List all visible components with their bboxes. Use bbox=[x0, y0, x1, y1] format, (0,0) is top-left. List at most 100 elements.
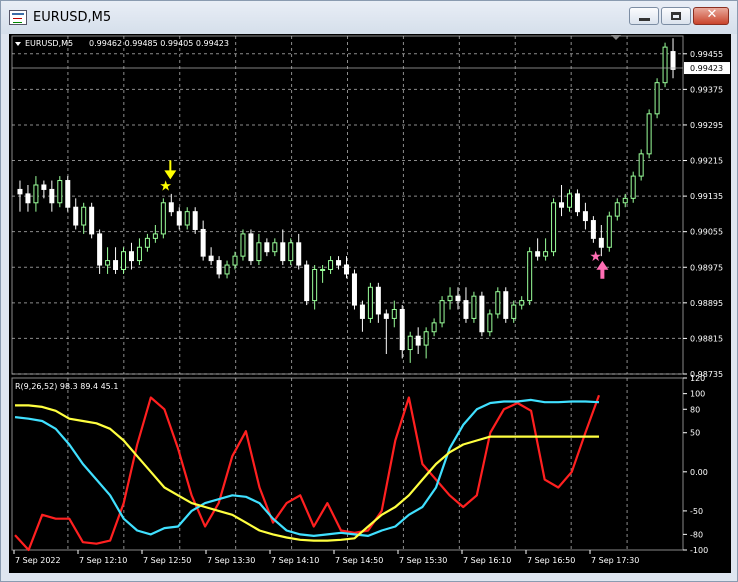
candle-body bbox=[479, 295, 485, 333]
price-tick-label: 0.99215 bbox=[690, 157, 723, 166]
time-tick-label: 7 Sep 12:50 bbox=[143, 556, 191, 565]
symbol-collapse-icon bbox=[15, 42, 21, 46]
price-tick-label: 0.98895 bbox=[690, 299, 723, 308]
symbol-label: EURUSD,M5 bbox=[25, 39, 73, 48]
candle-body bbox=[535, 251, 541, 257]
candle-body bbox=[503, 291, 509, 319]
time-tick-label: 7 Sep 14:50 bbox=[335, 556, 383, 565]
candle-body bbox=[304, 264, 310, 302]
candle-body bbox=[630, 175, 636, 199]
buy-star-icon: ★ bbox=[589, 249, 602, 265]
candle-body bbox=[25, 193, 31, 204]
time-tick-label: 7 Sep 16:50 bbox=[527, 556, 575, 565]
candle-body bbox=[638, 153, 644, 177]
window-title: EURUSD,M5 bbox=[33, 10, 112, 25]
chart-canvas[interactable]: 0.99455 0.99375 0.99295 0.99215 0.99135 0.990… bbox=[9, 34, 731, 573]
sell-arrow-icon bbox=[164, 160, 177, 180]
title-bar[interactable]: EURUSD,M5 ✕ bbox=[1, 1, 737, 34]
candle-body bbox=[232, 255, 238, 266]
chart-area[interactable]: 0.99455 0.99375 0.99295 0.99215 0.99135 0.990… bbox=[9, 34, 731, 573]
indicator-layer bbox=[14, 394, 601, 552]
candle-body bbox=[543, 251, 549, 257]
price-tick-label: 0.99375 bbox=[690, 85, 723, 94]
maximize-button[interactable] bbox=[661, 7, 691, 25]
indicator-line bbox=[15, 404, 599, 542]
candle-body bbox=[391, 309, 397, 319]
minimize-icon bbox=[639, 18, 650, 21]
price-tick-label: 0.99135 bbox=[690, 192, 723, 201]
candle-body bbox=[582, 211, 588, 222]
candle-body bbox=[256, 242, 262, 262]
chart-grid bbox=[11, 35, 684, 551]
ohlc-label: 0.99462 0.99485 0.99405 0.99423 bbox=[89, 39, 229, 48]
candle-body bbox=[423, 331, 429, 346]
price-tick-label: 0.98815 bbox=[690, 334, 723, 343]
price-tick-label: 0.99455 bbox=[690, 50, 723, 59]
indicator-tick-label: 100 bbox=[690, 390, 705, 399]
indicator-line bbox=[14, 398, 600, 537]
candle-body bbox=[670, 51, 676, 70]
price-tick-label: 0.98975 bbox=[690, 263, 723, 272]
candle-body bbox=[551, 202, 557, 253]
candle-body bbox=[431, 322, 437, 333]
candle-body bbox=[41, 184, 47, 190]
candle-body bbox=[81, 206, 87, 226]
candle-body bbox=[312, 268, 318, 302]
candle-body bbox=[511, 304, 517, 319]
candle-body bbox=[336, 260, 342, 266]
candle-body bbox=[646, 113, 652, 155]
candle-body bbox=[622, 197, 628, 204]
candle-body bbox=[296, 242, 302, 266]
indicator-tick-label: -100 bbox=[690, 546, 708, 555]
candle-body bbox=[264, 242, 270, 253]
candle-body bbox=[606, 215, 612, 248]
candle-body bbox=[152, 233, 158, 239]
price-tick-label: 0.99055 bbox=[690, 228, 723, 237]
time-tick-label: 7 Sep 17:30 bbox=[591, 556, 639, 565]
candle-body bbox=[447, 295, 453, 302]
candle-body bbox=[168, 202, 174, 213]
candle-body bbox=[113, 260, 119, 270]
candle-body bbox=[359, 304, 365, 319]
indicator-tick-label: 50 bbox=[690, 429, 700, 438]
time-tick-label: 7 Sep 13:30 bbox=[207, 556, 255, 565]
candle-body bbox=[407, 335, 413, 351]
candle-body bbox=[49, 188, 55, 204]
close-button[interactable]: ✕ bbox=[693, 7, 729, 25]
candle-body bbox=[614, 202, 620, 217]
candle-body bbox=[463, 300, 469, 319]
indicator-tick-label: 80 bbox=[690, 405, 700, 414]
indicator-label: R(9,26,52) 98.3 89.4 45.1 bbox=[15, 382, 118, 391]
chart-window-icon bbox=[9, 10, 27, 25]
candle-body bbox=[224, 264, 230, 275]
candle-body bbox=[383, 313, 389, 319]
candle-body bbox=[105, 260, 111, 266]
candle-body bbox=[654, 82, 660, 115]
candle-body bbox=[216, 260, 222, 275]
candle-body bbox=[272, 242, 278, 253]
time-tick-label: 7 Sep 15:30 bbox=[399, 556, 447, 565]
sell-star-icon: ★ bbox=[159, 178, 172, 194]
maximize-icon bbox=[671, 12, 681, 20]
candle-body bbox=[97, 233, 103, 266]
candle-body bbox=[662, 46, 668, 84]
minimize-button[interactable] bbox=[629, 7, 659, 25]
close-icon: ✕ bbox=[706, 7, 718, 22]
candle-body bbox=[487, 313, 493, 333]
candle-body bbox=[519, 300, 525, 306]
candle-body bbox=[590, 220, 596, 239]
candle-body bbox=[128, 251, 134, 262]
candle-body bbox=[65, 180, 71, 208]
candle-body bbox=[344, 264, 349, 275]
current-price-label: 0.99423 bbox=[690, 64, 723, 73]
candle-body bbox=[328, 260, 334, 270]
candle-body bbox=[73, 206, 79, 226]
shift-marker-icon bbox=[611, 35, 621, 40]
candle-body bbox=[375, 286, 381, 315]
candles-layer bbox=[17, 38, 676, 363]
indicator-tick-label: -50 bbox=[690, 507, 703, 516]
candle-body bbox=[559, 202, 565, 208]
candle-body bbox=[248, 233, 254, 262]
indicator-tick-label: 0.00 bbox=[690, 468, 708, 477]
candle-body bbox=[415, 335, 421, 346]
